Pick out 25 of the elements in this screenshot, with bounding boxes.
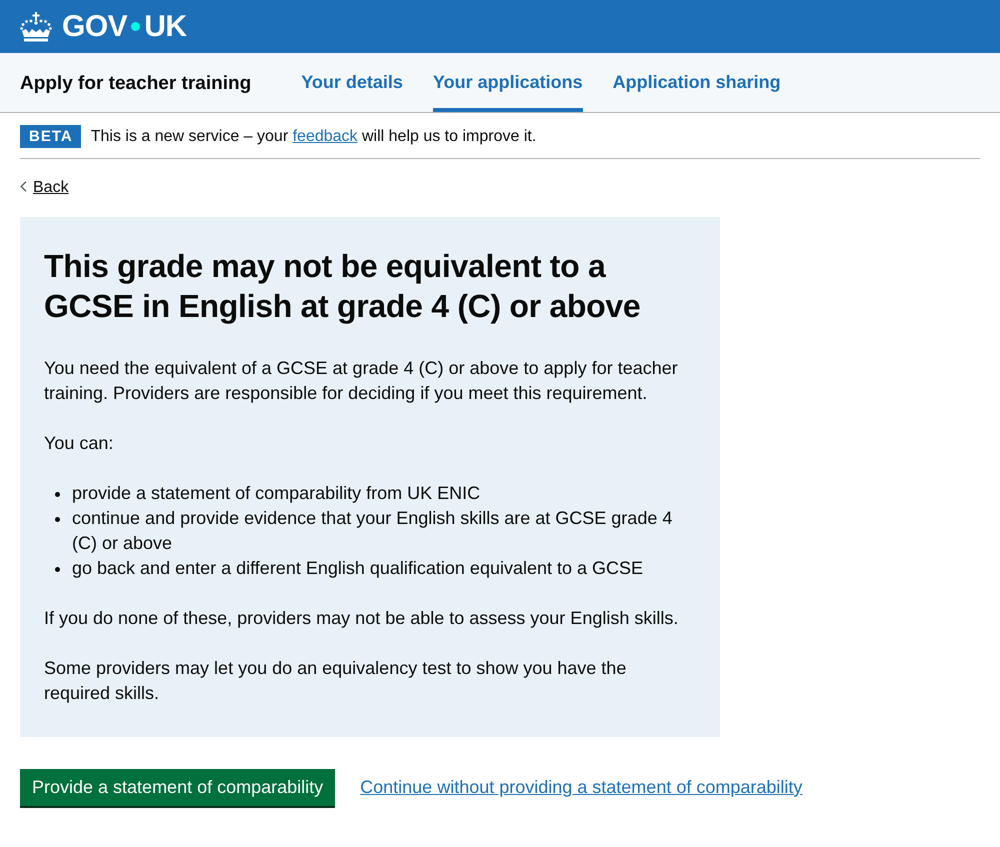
paragraph: You need the equivalent of a GCSE at grade 4 (C) or above to apply for teacher training. Providers are responsible for deciding if you meet this requirement. <box>44 357 679 405</box>
back-link[interactable]: Back <box>20 179 69 197</box>
logo-text[interactable]: GOV <box>62 12 128 42</box>
list-item: provide a statement of comparability from UK ENIC <box>72 482 480 505</box>
chevron-left-icon <box>20 181 27 192</box>
bullet-icon <box>55 517 60 522</box>
bullet-icon <box>55 567 60 572</box>
paragraph: You can: <box>44 432 114 455</box>
primary-button[interactable]: Provide a statement of comparability <box>20 769 336 806</box>
bullet-icon <box>55 492 60 497</box>
continue-link[interactable]: Continue without providing a statement of comparability <box>360 777 802 798</box>
paragraph: Some providers may let you do an equivalency test to show you have the required skills. <box>44 657 628 705</box>
banner-message: This is a new service – your feedback will help us to improve it. <box>90 126 536 146</box>
service-name[interactable]: Apply for teacher training <box>20 73 252 95</box>
beta-tag: BETA <box>20 125 81 148</box>
nav-link[interactable]: Your applications <box>432 53 583 112</box>
crown-icon[interactable] <box>20 12 52 42</box>
nav-link[interactable]: Your details <box>301 53 403 112</box>
dot-icon <box>131 22 140 31</box>
feedback-link[interactable]: feedback <box>292 128 358 144</box>
paragraph: If you do none of these, providers may not be able to assess your English skills. <box>44 607 680 630</box>
logo-text[interactable]: UK <box>144 12 187 42</box>
page-heading: This grade may not be equivalent to a GCSE in English at grade 4 (C) or above <box>44 247 642 326</box>
nav-link[interactable]: Application sharing <box>612 53 781 112</box>
list-item: go back and enter a different English qualification equivalent to a GCSE <box>72 557 644 580</box>
